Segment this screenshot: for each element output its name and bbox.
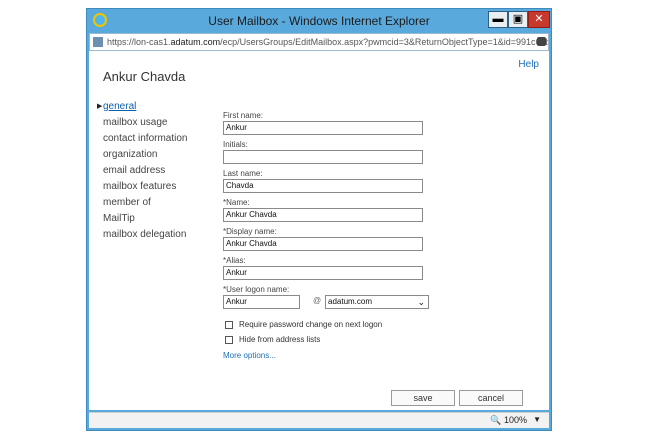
alias-label: *Alias: [223, 256, 246, 265]
name-label: *Name: [223, 198, 250, 207]
require-password-change-label: Require password change on next logon [239, 320, 383, 329]
minimize-button[interactable]: ▬ [488, 11, 508, 28]
nav-item-organization[interactable]: organization [103, 148, 188, 164]
last-name-field[interactable]: Chavda [223, 179, 423, 193]
last-name-label: Last name: [223, 169, 263, 178]
display-name-label: *Display name: [223, 227, 277, 236]
url-domain: adatum.com [170, 37, 221, 47]
title-bar: User Mailbox - Windows Internet Explorer… [87, 9, 551, 33]
nav-item-mailbox-features[interactable]: mailbox features [103, 180, 188, 196]
mailbox-title: Ankur Chavda [103, 69, 186, 84]
name-field[interactable]: Ankur Chavda [223, 208, 423, 222]
maximize-button[interactable]: ▣ [508, 11, 528, 28]
nav-item-mailbox-usage[interactable]: mailbox usage [103, 116, 188, 132]
nav-item-general[interactable]: ▶ general [97, 100, 188, 116]
first-name-label: First name: [223, 111, 264, 120]
address-bar[interactable]: https://lon-cas1.adatum.com/ecp/UsersGro… [89, 33, 549, 51]
user-logon-row: Ankur @ adatum.com ⌄ [223, 295, 429, 311]
section-nav: ▶ general mailbox usage contact informat… [97, 100, 188, 244]
first-name-field[interactable]: Ankur [223, 121, 423, 135]
help-link[interactable]: Help [518, 59, 539, 70]
hide-from-address-lists-row[interactable]: Hide from address lists [223, 334, 423, 349]
user-logon-name-field[interactable]: Ankur [223, 295, 300, 309]
cancel-button[interactable]: cancel [459, 390, 523, 406]
alias-field[interactable]: Ankur [223, 266, 423, 280]
more-options-link[interactable]: More options... [223, 351, 423, 360]
domain-select-value: adatum.com [328, 297, 373, 306]
nav-item-email-address[interactable]: email address [103, 164, 188, 180]
require-password-change-checkbox[interactable] [225, 321, 233, 329]
lock-icon[interactable] [537, 37, 546, 46]
nav-item-mailtip[interactable]: MailTip [103, 212, 188, 228]
zoom-level[interactable]: 🔍 100% [490, 415, 527, 426]
status-bar: 🔍 100% ▼ [89, 412, 549, 428]
chevron-down-icon: ⌄ [417, 297, 425, 307]
selected-arrow-icon: ▶ [97, 103, 103, 110]
browser-window: User Mailbox - Windows Internet Explorer… [86, 8, 552, 431]
domain-select[interactable]: adatum.com ⌄ [325, 295, 429, 309]
nav-item-mailbox-delegation[interactable]: mailbox delegation [103, 228, 188, 244]
general-form: First name: Ankur Initials: Last name: C… [223, 108, 429, 360]
page-icon [93, 37, 103, 47]
user-logon-name-label: *User logon name: [223, 285, 290, 294]
hide-from-address-lists-label: Hide from address lists [239, 335, 321, 344]
require-password-change-row[interactable]: Require password change on next logon [223, 319, 423, 334]
window-title: User Mailbox - Windows Internet Explorer [208, 14, 430, 28]
page-content: Help Ankur Chavda ▶ general mailbox usag… [89, 51, 549, 410]
zoom-dropdown-icon[interactable]: ▼ [533, 415, 541, 424]
initials-label: Initials: [223, 140, 248, 149]
nav-item-member-of[interactable]: member of [103, 196, 188, 212]
close-button[interactable]: ✕ [528, 11, 550, 28]
url-path: /ecp/UsersGroups/EditMailbox.aspx?pwmcid… [220, 37, 548, 47]
display-name-field[interactable]: Ankur Chavda [223, 237, 423, 251]
initials-field[interactable] [223, 150, 423, 164]
save-button[interactable]: save [391, 390, 455, 406]
nav-item-label: general [103, 101, 137, 112]
at-sign: @ [313, 296, 322, 305]
hide-from-address-lists-checkbox[interactable] [225, 336, 233, 344]
zoom-value: 100% [503, 415, 527, 425]
nav-item-contact-information[interactable]: contact information [103, 132, 188, 148]
url-prefix: https://lon-cas1. [107, 37, 171, 47]
